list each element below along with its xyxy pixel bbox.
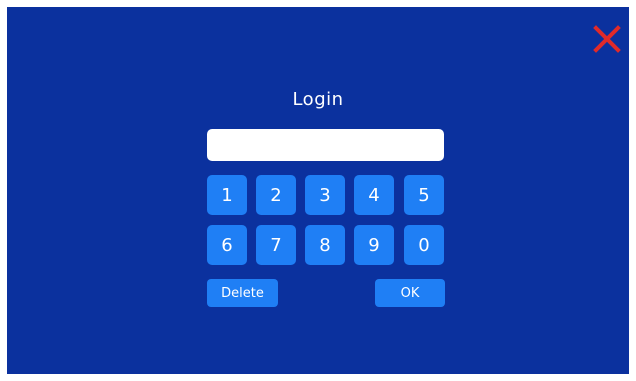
key-2-button[interactable]: 2	[256, 175, 296, 215]
key-0-button[interactable]: 0	[404, 225, 444, 265]
key-3-button[interactable]: 3	[305, 175, 345, 215]
key-1-button[interactable]: 1	[207, 175, 247, 215]
key-8-button[interactable]: 8	[305, 225, 345, 265]
close-button[interactable]	[591, 23, 623, 55]
pin-input[interactable]	[207, 129, 444, 161]
key-6-button[interactable]: 6	[207, 225, 247, 265]
login-screen: Login 1 2 3 4 5 6 7 8 9 0 Delete OK	[7, 7, 629, 374]
key-7-button[interactable]: 7	[256, 225, 296, 265]
delete-button[interactable]: Delete	[207, 279, 278, 307]
key-5-button[interactable]: 5	[404, 175, 444, 215]
ok-button[interactable]: OK	[375, 279, 445, 307]
login-title: Login	[292, 89, 344, 110]
key-4-button[interactable]: 4	[354, 175, 394, 215]
close-x-icon	[593, 25, 621, 53]
key-9-button[interactable]: 9	[354, 225, 394, 265]
